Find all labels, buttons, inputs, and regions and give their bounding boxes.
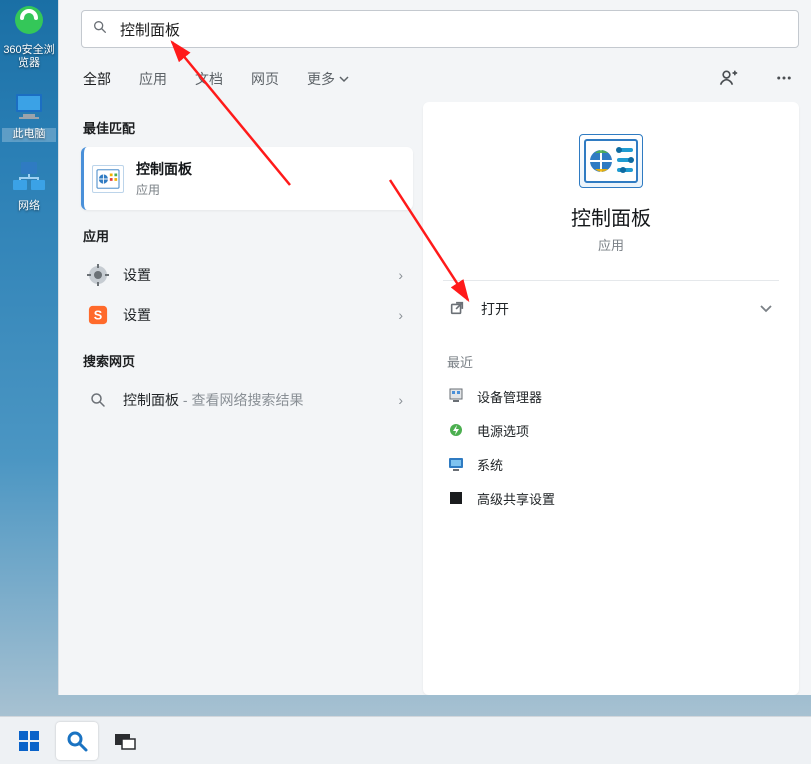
sharing-icon [447, 489, 465, 507]
best-match-result[interactable]: 控制面板 应用 [81, 147, 413, 210]
taskbar [0, 716, 811, 764]
app-result-sogou[interactable]: S 设置 › [81, 295, 413, 335]
chevron-right-icon: › [398, 307, 403, 323]
control-panel-icon [92, 165, 124, 193]
search-icon [87, 389, 109, 411]
tab-apps[interactable]: 应用 [137, 65, 169, 93]
detail-title: 控制面板 [443, 202, 779, 231]
recent-power-options[interactable]: 电源选项 [443, 413, 779, 447]
recent-sharing[interactable]: 高级共享设置 [443, 481, 779, 515]
system-icon [447, 455, 465, 473]
recent-device-manager[interactable]: 设备管理器 [443, 379, 779, 413]
detail-subtitle: 应用 [443, 235, 779, 254]
chevron-down-icon[interactable] [753, 295, 779, 326]
recent-label: 设备管理器 [477, 387, 542, 406]
task-view-button[interactable] [104, 722, 146, 760]
tab-all[interactable]: 全部 [81, 65, 113, 93]
best-match-subtitle: 应用 [136, 181, 192, 198]
tab-documents[interactable]: 文档 [193, 65, 225, 93]
best-match-title: 控制面板 [136, 159, 192, 179]
detail-pane: 控制面板 应用 打开 最近 设备管理器 [423, 102, 799, 695]
open-icon [449, 300, 467, 318]
search-button[interactable] [56, 722, 98, 760]
search-tabs: 全部 应用 文档 网页 更多 [59, 56, 811, 102]
recent-label: 高级共享设置 [477, 489, 555, 508]
network-icon [9, 158, 49, 198]
desktop-icon-label: 360安全浏览器 [2, 44, 56, 70]
account-icon[interactable] [713, 62, 745, 97]
desktop-icons: 360安全浏览器 此电脑 网络 [0, 0, 58, 229]
desktop-icon-360[interactable]: 360安全浏览器 [2, 2, 56, 70]
web-result-label: 控制面板 - 查看网络搜索结果 [123, 390, 384, 410]
tab-web[interactable]: 网页 [249, 65, 281, 93]
windows-icon [17, 729, 41, 753]
recent-label: 系统 [477, 455, 503, 474]
section-web: 搜索网页 [83, 351, 413, 370]
task-view-icon [114, 730, 136, 752]
section-best-match: 最佳匹配 [83, 118, 413, 137]
recent-label: 电源选项 [477, 421, 529, 440]
tab-more-label: 更多 [307, 69, 335, 89]
chevron-right-icon: › [398, 392, 403, 408]
gear-icon [87, 264, 109, 286]
search-panel: 控制面板 全部 应用 文档 网页 更多 最佳匹配 [58, 0, 811, 695]
search-icon [92, 19, 108, 40]
results-list: 最佳匹配 控制面板 应用 [81, 102, 413, 695]
desktop-icon-network[interactable]: 网络 [2, 158, 56, 213]
desktop-icon-this-pc[interactable]: 此电脑 [2, 86, 56, 141]
desktop-icon-label: 此电脑 [2, 128, 56, 141]
more-options-icon[interactable] [769, 63, 799, 96]
app-result-label: 设置 [123, 305, 384, 325]
search-icon [65, 729, 89, 753]
device-manager-icon [447, 387, 465, 405]
app-result-settings[interactable]: 设置 › [81, 255, 413, 295]
recent-system[interactable]: 系统 [443, 447, 779, 481]
search-input[interactable]: 控制面板 [81, 10, 799, 48]
chevron-down-icon [339, 71, 349, 87]
pc-icon [9, 86, 49, 126]
section-apps: 应用 [83, 226, 413, 245]
web-result[interactable]: 控制面板 - 查看网络搜索结果 › [81, 380, 413, 420]
svg-text:S: S [94, 308, 102, 323]
start-button[interactable] [8, 722, 50, 760]
search-query-text: 控制面板 [120, 19, 788, 40]
open-label: 打开 [481, 299, 509, 319]
tab-more[interactable]: 更多 [305, 65, 351, 93]
recent-section-label: 最近 [447, 352, 779, 371]
browser-360-icon [9, 2, 49, 42]
desktop-icon-label: 网络 [2, 200, 56, 213]
app-result-label: 设置 [123, 265, 384, 285]
control-panel-icon-large [579, 134, 643, 188]
sogou-icon: S [87, 304, 109, 326]
chevron-right-icon: › [398, 267, 403, 283]
power-options-icon [447, 421, 465, 439]
